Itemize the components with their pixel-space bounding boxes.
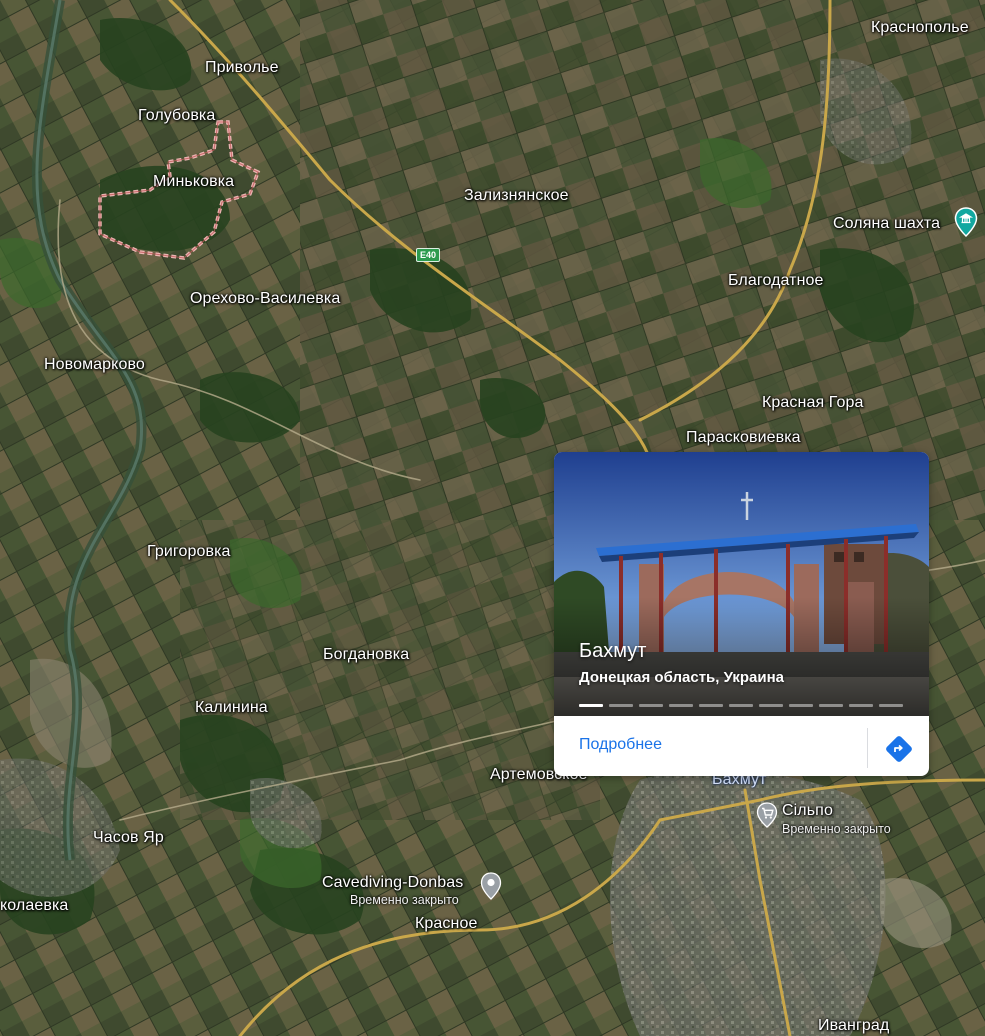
shopping-cart-icon[interactable] [756, 802, 778, 833]
label-grigorovka[interactable]: Григоровка [147, 543, 231, 561]
card-divider [867, 728, 868, 768]
label-chasov-yar[interactable]: Часов Яр [93, 829, 164, 847]
directions-icon [886, 736, 912, 762]
label-silpo-status: Временно закрыто [782, 822, 891, 836]
label-solyana-shakhta[interactable]: Соляна шахта [833, 215, 940, 233]
label-nikolaevka[interactable]: колаевка [0, 897, 68, 915]
label-bogdanovka[interactable]: Богдановка [323, 646, 409, 664]
road-badge-e40: E40 [416, 248, 441, 262]
label-minkovka[interactable]: Миньковка [153, 173, 234, 191]
label-blagodatnoe[interactable]: Благодатное [728, 272, 824, 290]
label-ivangrad[interactable]: Ивангрaд [818, 1017, 889, 1035]
label-silpo[interactable]: Сільпо [782, 802, 833, 820]
label-krasnoe[interactable]: Красное [415, 915, 477, 933]
photo-dot[interactable] [759, 704, 783, 707]
place-card[interactable]: Бахмут Донецкая область, Украина Подробн… [554, 452, 929, 776]
photo-dot[interactable] [579, 704, 603, 707]
photo-dot[interactable] [639, 704, 663, 707]
museum-icon[interactable] [954, 207, 978, 242]
place-subtitle: Донецкая область, Украина [579, 669, 784, 686]
details-link[interactable]: Подробнее [579, 736, 662, 754]
photo-pager[interactable] [579, 704, 903, 707]
label-zaliznyanskoe[interactable]: Зализнянское [464, 187, 569, 205]
photo-dot[interactable] [609, 704, 633, 707]
photo-dot[interactable] [849, 704, 873, 707]
label-privolye[interactable]: Приволье [205, 59, 279, 77]
label-krasnopolye[interactable]: Краснополье [871, 19, 969, 37]
photo-dot[interactable] [699, 704, 723, 707]
label-cavediving-status: Временно закрыто [350, 893, 459, 907]
photo-dot[interactable] [669, 704, 693, 707]
photo-dot[interactable] [819, 704, 843, 707]
label-golubovka[interactable]: Голубовка [138, 107, 215, 125]
label-krasnaya-gora[interactable]: Красная Гора [762, 394, 863, 412]
label-paraskovievka[interactable]: Парасковиевка [686, 429, 801, 447]
label-orekhovo-vasilevka[interactable]: Орехово-Василевка [190, 290, 340, 308]
label-kalinina[interactable]: Калинина [195, 699, 268, 717]
label-novomarkovo[interactable]: Новомарково [44, 356, 145, 374]
photo-dot[interactable] [879, 704, 903, 707]
place-title: Бахмут [579, 640, 647, 662]
photo-dot[interactable] [789, 704, 813, 707]
label-cavediving-donbas[interactable]: Cavediving-Donbas [322, 874, 463, 892]
photo-dot[interactable] [729, 704, 753, 707]
directions-button[interactable] [884, 734, 914, 764]
pin-icon[interactable] [480, 872, 502, 905]
